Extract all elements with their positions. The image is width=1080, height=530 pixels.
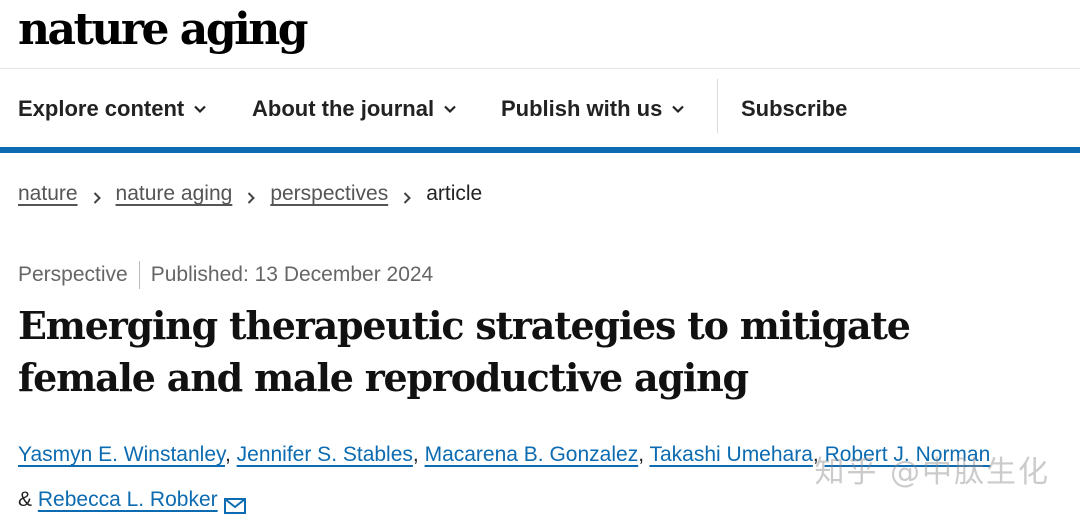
author-ampersand: & xyxy=(18,488,33,511)
article-meta: Perspective Published: 13 December 2024 xyxy=(18,261,433,289)
author-link[interactable]: Rebecca L. Robker xyxy=(38,488,218,511)
mail-icon[interactable] xyxy=(223,485,246,530)
nav-explore-label: Explore content xyxy=(18,96,185,121)
nav-publish-with-us[interactable]: Publish with us xyxy=(501,96,685,122)
author-link[interactable]: Yasmyn E. Winstanley xyxy=(18,443,225,466)
journal-logo[interactable]: nature aging xyxy=(18,2,309,58)
author-link[interactable]: Macarena B. Gonzalez xyxy=(425,443,639,466)
nav-about-label: About the journal xyxy=(252,96,435,121)
breadcrumb-link-nature-aging[interactable]: nature aging xyxy=(116,182,233,206)
chevron-down-icon xyxy=(443,102,457,116)
chevron-right-icon xyxy=(402,187,412,204)
watermark: 知乎 @中肽生化 xyxy=(814,455,1050,490)
chevron-down-icon xyxy=(193,102,207,116)
article-type: Perspective xyxy=(18,263,128,286)
chevron-right-icon xyxy=(246,187,256,204)
nav-divider xyxy=(717,79,718,133)
meta-divider xyxy=(138,261,140,289)
nav-about-journal[interactable]: About the journal xyxy=(252,96,457,122)
chevron-right-icon xyxy=(92,187,102,204)
breadcrumb-current: article xyxy=(426,182,483,205)
chevron-down-icon xyxy=(671,102,685,116)
main-nav: Explore content About the journal Publis… xyxy=(0,69,1080,153)
subscribe-link[interactable]: Subscribe xyxy=(741,96,847,122)
article-title: Emerging therapeutic strategies to mitig… xyxy=(18,303,911,400)
breadcrumb-link-perspectives[interactable]: perspectives xyxy=(270,182,388,206)
header-logo-bar: nature aging xyxy=(0,0,1080,69)
nav-publish-label: Publish with us xyxy=(501,96,663,121)
author-link[interactable]: Jennifer S. Stables xyxy=(237,443,413,466)
publish-date: Published: 13 December 2024 xyxy=(150,263,434,286)
nav-explore-content[interactable]: Explore content xyxy=(18,96,207,122)
author-link[interactable]: Takashi Umehara xyxy=(649,443,812,466)
subscribe-label: Subscribe xyxy=(741,96,848,121)
breadcrumb-link-nature[interactable]: nature xyxy=(18,182,78,206)
breadcrumb: nature nature aging perspectives article xyxy=(18,182,482,206)
